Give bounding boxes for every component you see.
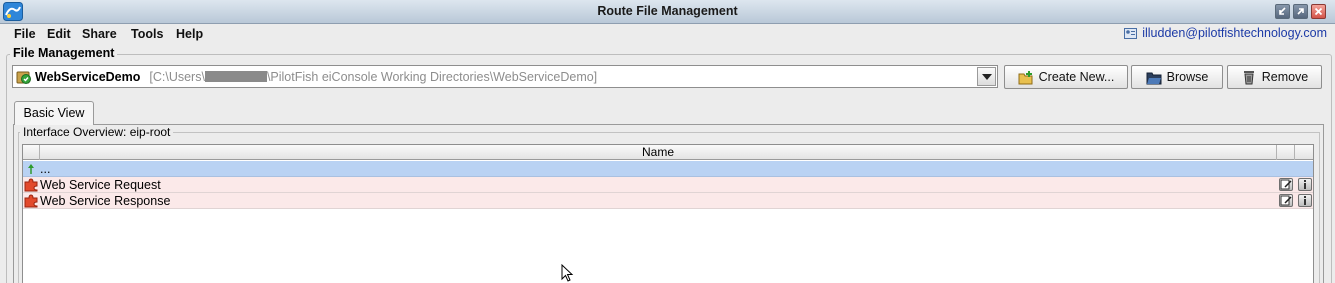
- tab-basic-view[interactable]: Basic View: [14, 101, 94, 125]
- project-selector[interactable]: WebServiceDemo [C:\Users\ \PilotFish eiC…: [12, 65, 998, 88]
- user-account[interactable]: illudden@pilotfishtechnology.com: [1124, 26, 1327, 40]
- info-icon: [1304, 180, 1306, 189]
- close-icon: [1314, 7, 1323, 16]
- browse-button[interactable]: Browse: [1131, 65, 1223, 89]
- menu-share[interactable]: Share: [82, 27, 117, 41]
- minimize-button[interactable]: [1275, 4, 1290, 19]
- project-path-prefix: [C:\Users\: [149, 69, 205, 84]
- mouse-pointer-icon: [561, 264, 574, 282]
- header-action-column-1: [1277, 145, 1295, 160]
- edit-icon: [1280, 179, 1292, 190]
- chevron-down-icon: [982, 74, 992, 80]
- row-name: Web Service Response: [40, 194, 171, 208]
- project-icon: [16, 71, 31, 84]
- table-row[interactable]: Web Service Response: [23, 193, 1313, 209]
- table-row-parent[interactable]: ...: [23, 161, 1313, 177]
- browse-label: Browse: [1166, 70, 1209, 84]
- route-puzzle-icon: [24, 178, 38, 192]
- trash-icon: [1243, 70, 1254, 84]
- maximize-icon: [1297, 8, 1304, 15]
- close-button[interactable]: [1311, 4, 1326, 19]
- table-header: Name: [23, 145, 1313, 160]
- file-management-title: File Management: [10, 46, 118, 60]
- redacted-username: [204, 71, 267, 82]
- interface-overview-title: Interface Overview: eip-root: [20, 125, 174, 139]
- row-name: ...: [40, 162, 51, 176]
- interface-table: Name ... Web Service Request Web Service…: [22, 144, 1314, 283]
- project-dropdown-button[interactable]: [977, 67, 996, 86]
- menu-help[interactable]: Help: [176, 27, 203, 41]
- info-icon: [1304, 196, 1306, 205]
- menu-bar: File Edit Share Tools Help illudden@pilo…: [0, 24, 1335, 46]
- project-path: [C:\Users\ \PilotFish eiConsole Working …: [149, 70, 597, 84]
- remove-button[interactable]: Remove: [1227, 65, 1322, 89]
- project-name: WebServiceDemo: [35, 69, 141, 84]
- window-title: Route File Management: [597, 4, 738, 18]
- edit-route-button[interactable]: [1279, 194, 1293, 207]
- row-name: Web Service Request: [40, 178, 161, 192]
- browse-folder-icon: [1146, 72, 1162, 84]
- up-arrow-icon: [28, 164, 34, 174]
- route-puzzle-icon: [24, 194, 38, 208]
- project-path-suffix: \PilotFish eiConsole Working Directories…: [266, 69, 598, 84]
- route-info-button[interactable]: [1298, 178, 1312, 191]
- edit-icon: [1280, 195, 1292, 206]
- menu-edit[interactable]: Edit: [47, 27, 71, 41]
- minimize-icon: [1279, 7, 1286, 15]
- remove-label: Remove: [1261, 70, 1309, 84]
- new-folder-icon: [1018, 70, 1033, 84]
- maximize-button[interactable]: [1293, 4, 1308, 19]
- header-action-column-2: [1295, 145, 1313, 160]
- title-bar: Route File Management: [0, 0, 1335, 24]
- create-new-button[interactable]: Create New...: [1004, 65, 1128, 89]
- route-info-button[interactable]: [1298, 194, 1312, 207]
- table-row[interactable]: Web Service Request: [23, 177, 1313, 193]
- menu-file[interactable]: File: [14, 27, 36, 41]
- user-card-icon: [1124, 28, 1138, 39]
- header-icon-column: [23, 145, 40, 160]
- menu-tools[interactable]: Tools: [131, 27, 163, 41]
- create-new-label: Create New...: [1038, 70, 1115, 84]
- header-name-column[interactable]: Name: [40, 145, 1277, 160]
- edit-route-button[interactable]: [1279, 178, 1293, 191]
- user-email[interactable]: illudden@pilotfishtechnology.com: [1142, 26, 1327, 40]
